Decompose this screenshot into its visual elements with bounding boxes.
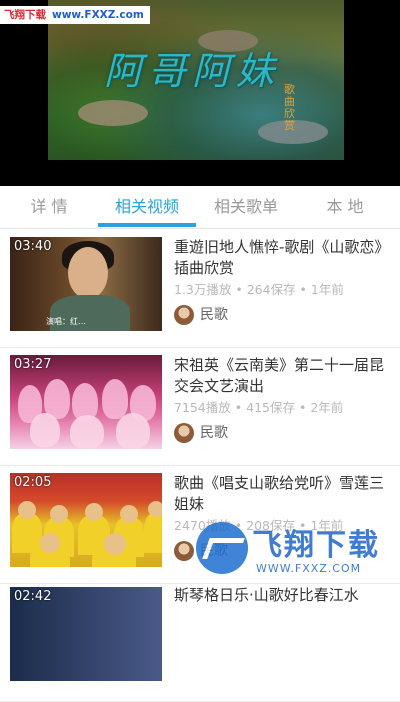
rock-shape <box>78 100 148 126</box>
list-item[interactable]: 02:05 歌曲《唱支山歌给党听》雪莲三姐妹 2470播放 • 208保存 • … <box>0 465 400 584</box>
save-count: 264保存 <box>246 282 296 297</box>
video-player[interactable]: 阿哥阿妹 歌曲欣赏 飞翔下载 www.FXXZ.com <box>0 0 400 186</box>
thumb-shape <box>70 415 104 449</box>
duration-badge: 02:05 <box>14 475 52 490</box>
video-title[interactable]: 重遊旧地人憔悴-歌剧《山歌恋》插曲欣赏 <box>174 237 392 279</box>
video-title[interactable]: 歌曲《唱支山歌给党听》雪莲三姐妹 <box>174 473 392 515</box>
duration-badge: 02:42 <box>14 589 52 604</box>
tab-local[interactable]: 本 地 <box>306 186 384 228</box>
upload-age: 2年前 <box>310 400 344 415</box>
save-count: 415保存 <box>246 400 295 415</box>
thumb-shape <box>40 533 60 553</box>
video-thumbnail[interactable]: 03:27 <box>10 355 162 449</box>
thumb-shape <box>116 413 150 449</box>
video-meta: 2470播放 • 208保存 • 1年前 <box>174 518 344 533</box>
play-count: 1.3万播放 <box>174 282 232 297</box>
tab-bar: 详 情 相关视频 相关歌单 本 地 <box>0 186 400 229</box>
list-item[interactable]: 演唱：红… 03:40 重遊旧地人憔悴-歌剧《山歌恋》插曲欣赏 1.3万播放 •… <box>0 229 400 348</box>
active-tab-indicator <box>98 223 196 227</box>
watermark-top: 飞翔下载 www.FXXZ.com <box>0 6 150 24</box>
author-name[interactable]: 民歌 <box>200 423 228 443</box>
duration-badge: 03:40 <box>14 239 52 254</box>
thumb-shape <box>102 379 128 419</box>
upload-age: 1年前 <box>310 282 344 297</box>
list-item[interactable]: 03:27 宋祖英《云南美》第二十一届昆交会文艺演出 7154播放 • 415保… <box>0 347 400 466</box>
thumb-shape <box>50 505 68 523</box>
tab-related-videos[interactable]: 相关视频 <box>98 186 196 228</box>
video-subtitle-art: 歌曲欣赏 <box>284 83 295 132</box>
thumb-shape <box>104 533 126 555</box>
tab-details[interactable]: 详 情 <box>10 186 88 228</box>
thumb-shape <box>68 247 108 299</box>
video-title[interactable]: 宋祖英《云南美》第二十一届昆交会文艺演出 <box>174 355 392 397</box>
video-thumbnail[interactable]: 演唱：红… 03:40 <box>10 237 162 331</box>
video-thumbnail[interactable]: 02:05 <box>10 473 162 567</box>
video-title[interactable]: 斯琴格日乐·山歌好比春江水 <box>174 585 392 606</box>
thumb-shape <box>30 413 60 447</box>
thumb-shape <box>120 505 138 523</box>
tab-related-playlists[interactable]: 相关歌单 <box>200 186 292 228</box>
avatar[interactable] <box>174 305 194 325</box>
duration-badge: 03:27 <box>14 357 52 372</box>
avatar[interactable] <box>174 423 194 443</box>
save-count: 208保存 <box>246 518 295 533</box>
video-title-art: 阿哥阿妹 <box>104 49 281 93</box>
thumb-shape <box>85 503 103 521</box>
play-count: 7154播放 <box>174 400 231 415</box>
watermark-url: www.FXXZ.com <box>52 9 144 21</box>
list-item[interactable]: 02:42 斯琴格日乐·山歌好比春江水 <box>0 583 400 702</box>
thumb-caption: 演唱：红… <box>46 317 86 326</box>
thumb-shape <box>18 501 36 519</box>
avatar[interactable] <box>174 541 194 561</box>
watermark-brand: 飞翔下载 <box>4 9 46 21</box>
author-name[interactable]: 民歌 <box>200 305 228 325</box>
video-meta: 7154播放 • 415保存 • 2年前 <box>174 400 344 415</box>
video-thumbnail[interactable]: 02:42 <box>10 587 162 681</box>
play-count: 2470播放 <box>174 518 231 533</box>
video-meta: 1.3万播放 • 264保存 • 1年前 <box>174 282 344 297</box>
upload-age: 1年前 <box>310 518 344 533</box>
thumb-shape <box>144 513 162 553</box>
author-name[interactable]: 民歌 <box>200 541 228 561</box>
thumb-shape <box>148 501 162 517</box>
